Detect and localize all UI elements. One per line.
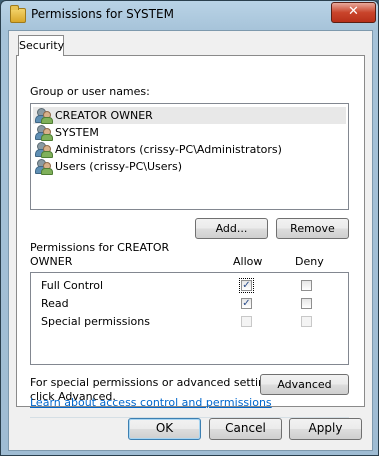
remove-button[interactable]: Remove	[276, 218, 349, 239]
permissions-dialog: Permissions for SYSTEM ✕ Security Group …	[0, 0, 379, 456]
users-icon	[35, 125, 53, 141]
user-list[interactable]: CREATOR OWNER SYSTEM Administrators (cri…	[30, 103, 349, 210]
permission-name: Special permissions	[41, 315, 150, 328]
special-permissions-allow-checkbox[interactable]	[241, 316, 252, 327]
ok-button[interactable]: OK	[128, 418, 201, 440]
cancel-button[interactable]: Cancel	[209, 418, 282, 440]
folder-icon	[10, 5, 26, 23]
advanced-hint-line1: For special permissions or advanced sett…	[30, 376, 282, 389]
users-icon	[35, 142, 53, 158]
permissions-for-label-line1: Permissions for CREATOR	[30, 241, 170, 254]
list-item-label: Users (crissy-PC\Users)	[55, 160, 183, 173]
list-item-administrators[interactable]: Administrators (crissy-PC\Administrators…	[33, 141, 346, 158]
help-link[interactable]: Learn about access control and permissio…	[30, 396, 272, 409]
permission-row-special-permissions: Special permissions	[31, 313, 348, 331]
list-item-label: Administrators (crissy-PC\Administrators…	[55, 143, 282, 156]
permission-row-read: Read ✓	[31, 295, 348, 313]
title-bar[interactable]: Permissions for SYSTEM ✕	[1, 1, 378, 29]
list-item-label: SYSTEM	[55, 126, 99, 139]
tab-security[interactable]: Security	[18, 35, 64, 56]
deny-column-header: Deny	[295, 255, 324, 268]
list-item-label: CREATOR OWNER	[55, 109, 153, 122]
apply-button[interactable]: Apply	[289, 418, 362, 440]
permission-name: Read	[41, 297, 69, 310]
read-allow-checkbox[interactable]: ✓	[241, 298, 252, 309]
list-item-system[interactable]: SYSTEM	[33, 124, 346, 141]
list-item-creator-owner[interactable]: CREATOR OWNER	[33, 107, 346, 124]
list-item-users[interactable]: Users (crissy-PC\Users)	[33, 158, 346, 175]
security-tab-panel: Group or user names: CREATOR OWNER SYSTE…	[16, 55, 365, 418]
advanced-button[interactable]: Advanced	[260, 374, 349, 395]
window-title: Permissions for SYSTEM	[31, 7, 174, 21]
users-icon	[35, 108, 53, 124]
full-control-allow-checkbox[interactable]: ✓	[239, 278, 254, 293]
read-deny-checkbox[interactable]	[301, 298, 312, 309]
close-button[interactable]: ✕	[331, 2, 376, 23]
users-icon	[35, 159, 53, 175]
permissions-for-label-line2: OWNER	[30, 255, 73, 268]
permission-name: Full Control	[41, 279, 104, 292]
close-icon: ✕	[348, 4, 359, 19]
permission-row-full-control: Full Control ✓	[31, 277, 348, 295]
add-button[interactable]: Add...	[195, 218, 268, 239]
group-or-user-names-label: Group or user names:	[30, 85, 150, 98]
permissions-list: Full Control ✓ Read ✓ Special permission…	[30, 272, 349, 365]
special-permissions-deny-checkbox[interactable]	[301, 316, 312, 327]
allow-column-header: Allow	[233, 255, 263, 268]
full-control-deny-checkbox[interactable]	[301, 280, 312, 291]
dialog-client-area: Security Group or user names: CREATOR OW…	[8, 30, 373, 451]
